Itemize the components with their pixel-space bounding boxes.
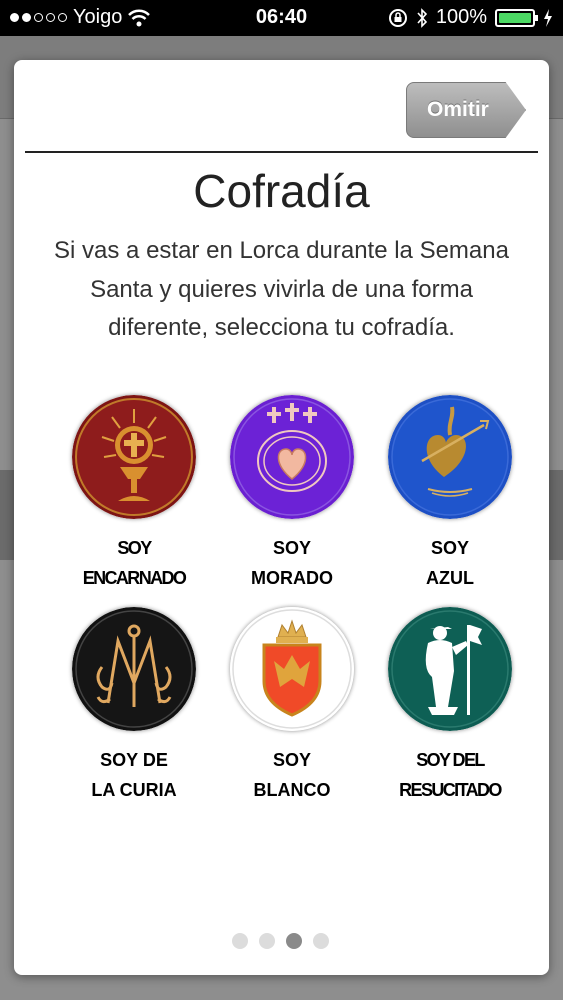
cofradia-option-blanco[interactable]: SOY BLANCO (212, 607, 372, 805)
cofradia-option-morado[interactable]: SOY MORADO (212, 395, 372, 593)
page-dot[interactable] (232, 933, 248, 949)
cofradia-option-encarnado[interactable]: SOY ENCARNADO (54, 395, 214, 593)
cofradia-option-azul[interactable]: SOY AZUL (370, 395, 530, 593)
cofradia-label: SOY ENCARNADO (82, 538, 187, 588)
battery-percent: 100% (435, 6, 487, 28)
risen-christ-icon[interactable] (388, 607, 512, 731)
cofradia-label: SOY MORADO (251, 538, 333, 588)
bluetooth-icon (417, 7, 427, 28)
cofradia-label: SOY DE LA CURIA (91, 750, 177, 800)
rotation-lock-icon (388, 8, 407, 27)
battery-level (499, 12, 531, 23)
page-dot[interactable] (259, 933, 275, 949)
monstrance-icon[interactable] (72, 395, 196, 519)
page-dot-active[interactable] (286, 933, 302, 949)
cofradia-label: SOY DEL RESUCITADO (399, 750, 502, 800)
page-title: Cofradía (193, 165, 370, 217)
description-text: Si vas a estar en Lorca durante la Seman… (54, 237, 509, 341)
cofradia-label: SOY BLANCO (253, 750, 331, 800)
marian-monogram-icon[interactable] (72, 607, 196, 731)
cofradia-selection-modal: Omitir Cofradía Si vas a estar en Lorca … (14, 60, 549, 975)
header-divider (25, 151, 538, 153)
page-dot[interactable] (313, 933, 329, 949)
status-icons: 100% (388, 6, 553, 29)
page-indicator[interactable] (232, 933, 329, 949)
cofradia-option-curia[interactable]: SOY DE LA CURIA (54, 607, 214, 805)
battery-icon (495, 8, 538, 27)
pierced-heart-icon[interactable] (388, 395, 512, 519)
crowned-shield-icon[interactable] (230, 607, 354, 731)
charging-icon (544, 8, 552, 27)
status-bar: Yoigo 06:40 100% (0, 0, 563, 36)
cofradia-label: SOY AZUL (426, 538, 474, 588)
omit-button[interactable]: Omitir (406, 82, 526, 138)
crown-of-thorns-heart-icon[interactable] (230, 395, 354, 519)
cofradia-option-resucitado[interactable]: SOY DEL RESUCITADO (370, 607, 530, 805)
